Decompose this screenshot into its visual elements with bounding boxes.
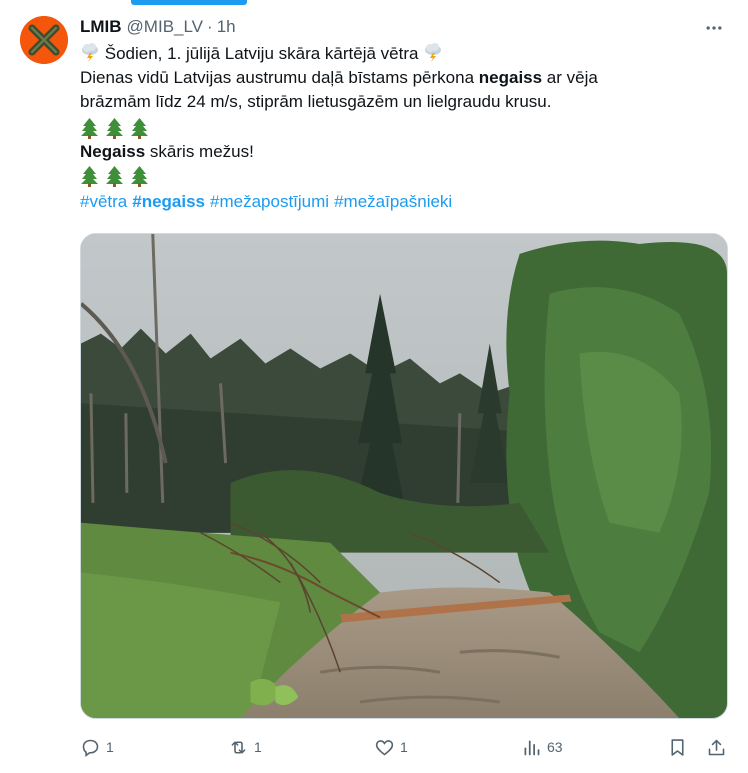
avatar[interactable]: [20, 16, 68, 64]
tweet-photo[interactable]: [80, 233, 728, 719]
tweet-header: LMIB @MIB_LV · 1h: [80, 16, 236, 38]
tweet-text: Šodien, 1. jūlijā Latviju skāra kārtējā …: [80, 42, 730, 214]
hashtag-negaiss[interactable]: #negaiss: [132, 192, 205, 211]
author-name[interactable]: LMIB: [80, 17, 122, 37]
bookmark-button[interactable]: [667, 734, 688, 760]
like-button[interactable]: 1: [374, 734, 408, 760]
text-line-2-post: ar vēja: [542, 68, 598, 87]
thunder-cloud-icon: [425, 43, 442, 62]
retweet-icon: [231, 740, 246, 754]
storm-damaged-forest-photo: [81, 234, 727, 718]
reply-count: 1: [106, 739, 114, 755]
avatar-logo-icon: [20, 16, 68, 64]
like-count: 1: [400, 739, 408, 755]
tweet-timestamp[interactable]: 1h: [217, 17, 236, 37]
share-button[interactable]: [706, 734, 727, 760]
more-options-button[interactable]: [702, 16, 726, 40]
views-count: 63: [547, 739, 563, 755]
hashtag-mezaipasnieki[interactable]: #mežaīpašnieki: [334, 192, 452, 211]
retweet-button[interactable]: 1: [228, 734, 262, 760]
text-line-4: Negaiss skāris mežus!: [80, 140, 730, 164]
hashtags-row: #vētra #negaiss #mežapostījumi #mežaīpašnie…: [80, 190, 730, 214]
separator-dot: ·: [207, 17, 213, 36]
share-icon: [708, 739, 725, 755]
evergreen-tree-icon: [106, 166, 123, 187]
author-handle[interactable]: @MIB_LV: [127, 17, 203, 37]
views-button[interactable]: 63: [521, 734, 563, 760]
reply-icon: [82, 739, 99, 757]
evergreen-tree-icon: [81, 118, 98, 139]
evergreen-tree-icon: [131, 166, 148, 187]
reply-button[interactable]: 1: [80, 734, 114, 760]
evergreen-tree-icon: [106, 118, 123, 139]
evergreen-tree-icon: [131, 118, 148, 139]
bookmark-icon: [671, 738, 684, 756]
text-line-2: Dienas vidū Latvijas austrumu daļā bīsta…: [80, 66, 730, 90]
more-dots-icon: [706, 26, 722, 30]
tweet-action-bar: 1 1 1 63: [80, 734, 730, 760]
analytics-bar-icon: [524, 740, 540, 755]
hashtag-mezapostijumi[interactable]: #mežapostījumi: [210, 192, 329, 211]
heart-icon: [375, 739, 394, 755]
retweet-count: 1: [254, 739, 262, 755]
text-line-1-content: Šodien, 1. jūlijā Latviju skāra kārtējā …: [104, 44, 419, 63]
evergreen-tree-icon: [81, 166, 98, 187]
tree-emoji-row-1: [80, 116, 730, 140]
text-line-4-post: skāris mežus!: [145, 142, 254, 161]
highlight-negaiss: negaiss: [478, 68, 543, 87]
text-line-3: brāzmām līdz 24 m/s, stiprām lietusgāzēm…: [80, 92, 552, 111]
thunder-cloud-icon: [82, 43, 98, 62]
text-line-2-pre: Dienas vidū Latvijas austrumu daļā bīsta…: [80, 68, 479, 87]
hashtag-vetra[interactable]: #vētra: [80, 192, 127, 211]
text-line-1: Šodien, 1. jūlijā Latviju skāra kārtējā …: [80, 42, 730, 66]
highlight-negaiss-2: Negaiss: [80, 142, 146, 161]
active-tab-indicator: [131, 0, 247, 5]
tree-emoji-row-2: [80, 164, 730, 188]
